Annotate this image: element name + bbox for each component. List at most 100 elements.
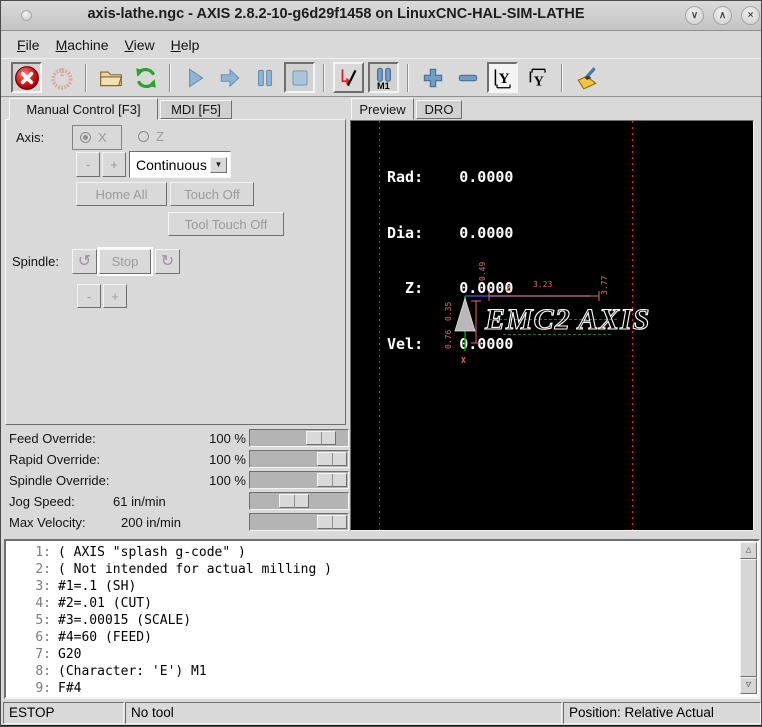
close-button[interactable]: × (741, 6, 760, 25)
tool-touch-off-button[interactable]: Tool Touch Off (168, 212, 284, 236)
power-icon (49, 65, 75, 91)
run-button[interactable] (179, 62, 210, 93)
reload-icon (133, 65, 159, 91)
step-button[interactable] (214, 62, 245, 93)
jog-mode-select[interactable]: Continuous ▼ (129, 151, 231, 178)
jog-speed-slider[interactable] (249, 492, 349, 510)
rapid-override-slider[interactable] (249, 450, 349, 468)
spindle-cw-icon: ↻ (161, 254, 174, 270)
scrollbar-thumb[interactable] (740, 559, 757, 677)
tab-manual-control[interactable]: Manual Control [F3] (9, 98, 158, 120)
view-y2-button[interactable]: Y (522, 62, 553, 93)
splash-logo-text: EMC2 AXIS (485, 303, 650, 337)
gcode-listing[interactable]: 1:( AXIS "splash g-code" ) 2:( Not inten… (4, 539, 760, 699)
dim-tool-upper: 0.35 (444, 302, 453, 321)
zoom-in-button[interactable] (417, 62, 448, 93)
home-all-button[interactable]: Home All (76, 182, 167, 206)
spindle-ccw-button[interactable]: ↺ (72, 249, 97, 274)
slider-handle[interactable] (306, 431, 336, 445)
preview-canvas[interactable]: Rad: 0.0000 Dia: 0.0000 Z: 0.0000 Vel: 0… (350, 120, 754, 531)
status-estop: ESTOP (3, 702, 124, 724)
scroll-down-icon[interactable]: ▽ (740, 677, 757, 694)
z-axis-label: Z (506, 284, 511, 293)
toolbar-separator (169, 64, 171, 92)
touch-off-button[interactable]: Touch Off (170, 182, 254, 206)
max-velocity-value: 200 in/min (121, 515, 181, 530)
svg-text:Y: Y (533, 73, 543, 89)
gcode-line: 1:( AXIS "splash g-code" ) (6, 544, 758, 561)
gcode-line: 4:#2=.01 (CUT) (6, 595, 758, 612)
slider-handle[interactable] (279, 494, 309, 508)
feed-override-slider[interactable] (249, 429, 349, 447)
x-axis-label: X (461, 356, 466, 365)
skip-lines-icon (336, 65, 362, 91)
zoom-out-button[interactable] (452, 62, 483, 93)
view-y2-icon: Y (525, 65, 551, 91)
feed-override-value: 100 % (106, 431, 246, 446)
status-tool: No tool (125, 702, 562, 724)
max-velocity-slider[interactable] (249, 513, 349, 531)
combo-arrow-icon: ▼ (210, 157, 227, 173)
svg-text:Y: Y (498, 69, 509, 86)
dim-z-limit: 3.77 (600, 276, 609, 295)
axis-label: Axis: (16, 130, 44, 145)
spindle-plus-button[interactable]: + (103, 284, 127, 308)
skip-lines-toggle[interactable] (333, 62, 364, 93)
dro-rad: Rad: 0.0000 (387, 168, 513, 187)
slider-handle[interactable] (317, 515, 347, 529)
menu-file[interactable]: File (9, 34, 48, 56)
axis-x-radio[interactable] (80, 132, 91, 143)
toolbar-separator (407, 64, 409, 92)
menu-view[interactable]: View (117, 34, 163, 56)
scroll-up-icon[interactable]: △ (740, 542, 757, 559)
clear-plot-button[interactable] (571, 62, 602, 93)
jog-plus-button[interactable]: + (102, 152, 126, 177)
toolbar-separator (561, 64, 563, 92)
open-file-button[interactable] (95, 62, 126, 93)
tab-mdi[interactable]: MDI [F5] (160, 100, 232, 119)
tab-dro[interactable]: DRO (416, 100, 462, 119)
gcode-scrollbar[interactable]: △ ▽ (740, 542, 757, 694)
view-y-icon: Y (490, 65, 516, 91)
spindle-ccw-icon: ↺ (78, 254, 91, 270)
plus-icon (420, 65, 446, 91)
axis-x-label: X (98, 130, 107, 145)
max-velocity-label: Max Velocity: (9, 515, 86, 530)
maximize-button[interactable]: ∧ (713, 6, 732, 25)
step-arrow-icon (217, 65, 243, 91)
app-window: axis-lathe.ngc - AXIS 2.8.2-10-g6d29f145… (0, 0, 762, 727)
spindle-override-slider[interactable] (249, 471, 349, 489)
title-bar[interactable]: axis-lathe.ngc - AXIS 2.8.2-10-g6d29f145… (1, 1, 762, 31)
menu-help[interactable]: Help (163, 34, 208, 56)
broom-icon (574, 65, 600, 91)
estop-icon (14, 65, 40, 91)
minus-icon (455, 65, 481, 91)
estop-button[interactable] (11, 62, 42, 93)
spindle-cw-button[interactable]: ↻ (155, 249, 180, 274)
axis-x-radio-group: X (72, 125, 122, 150)
rapid-override-value: 100 % (106, 452, 246, 467)
machine-power-button[interactable] (46, 62, 77, 93)
slider-handle[interactable] (317, 473, 347, 487)
slider-handle[interactable] (317, 452, 347, 466)
pause-button[interactable] (249, 62, 280, 93)
reload-button[interactable] (130, 62, 161, 93)
spindle-stop-button[interactable]: Stop (99, 249, 151, 274)
jog-minus-button[interactable]: - (76, 152, 100, 177)
minimize-button[interactable]: ∨ (685, 6, 704, 25)
rapid-override-label: Rapid Override: (9, 452, 100, 467)
optional-stop-toggle[interactable]: M1 (368, 62, 399, 93)
manual-control-panel: Axis: X Z - + Continuous ▼ Home All Touc… (5, 119, 346, 425)
jog-speed-label: Jog Speed: (9, 494, 75, 509)
gcode-line: 2:( Not intended for actual milling ) (6, 561, 758, 578)
spindle-minus-button[interactable]: - (77, 284, 101, 308)
stop-button[interactable] (284, 62, 315, 93)
menu-machine[interactable]: Machine (48, 34, 117, 56)
window-title: axis-lathe.ngc - AXIS 2.8.2-10-g6d29f145… (1, 6, 671, 22)
gcode-line: 3:#1=.1 (SH) (6, 578, 758, 595)
machine-limit-line (379, 121, 380, 530)
axis-z-radio[interactable] (138, 131, 149, 142)
dro-dia: Dia: 0.0000 (387, 224, 513, 243)
view-y-button[interactable]: Y (487, 62, 518, 93)
tab-preview[interactable]: Preview (351, 98, 414, 120)
